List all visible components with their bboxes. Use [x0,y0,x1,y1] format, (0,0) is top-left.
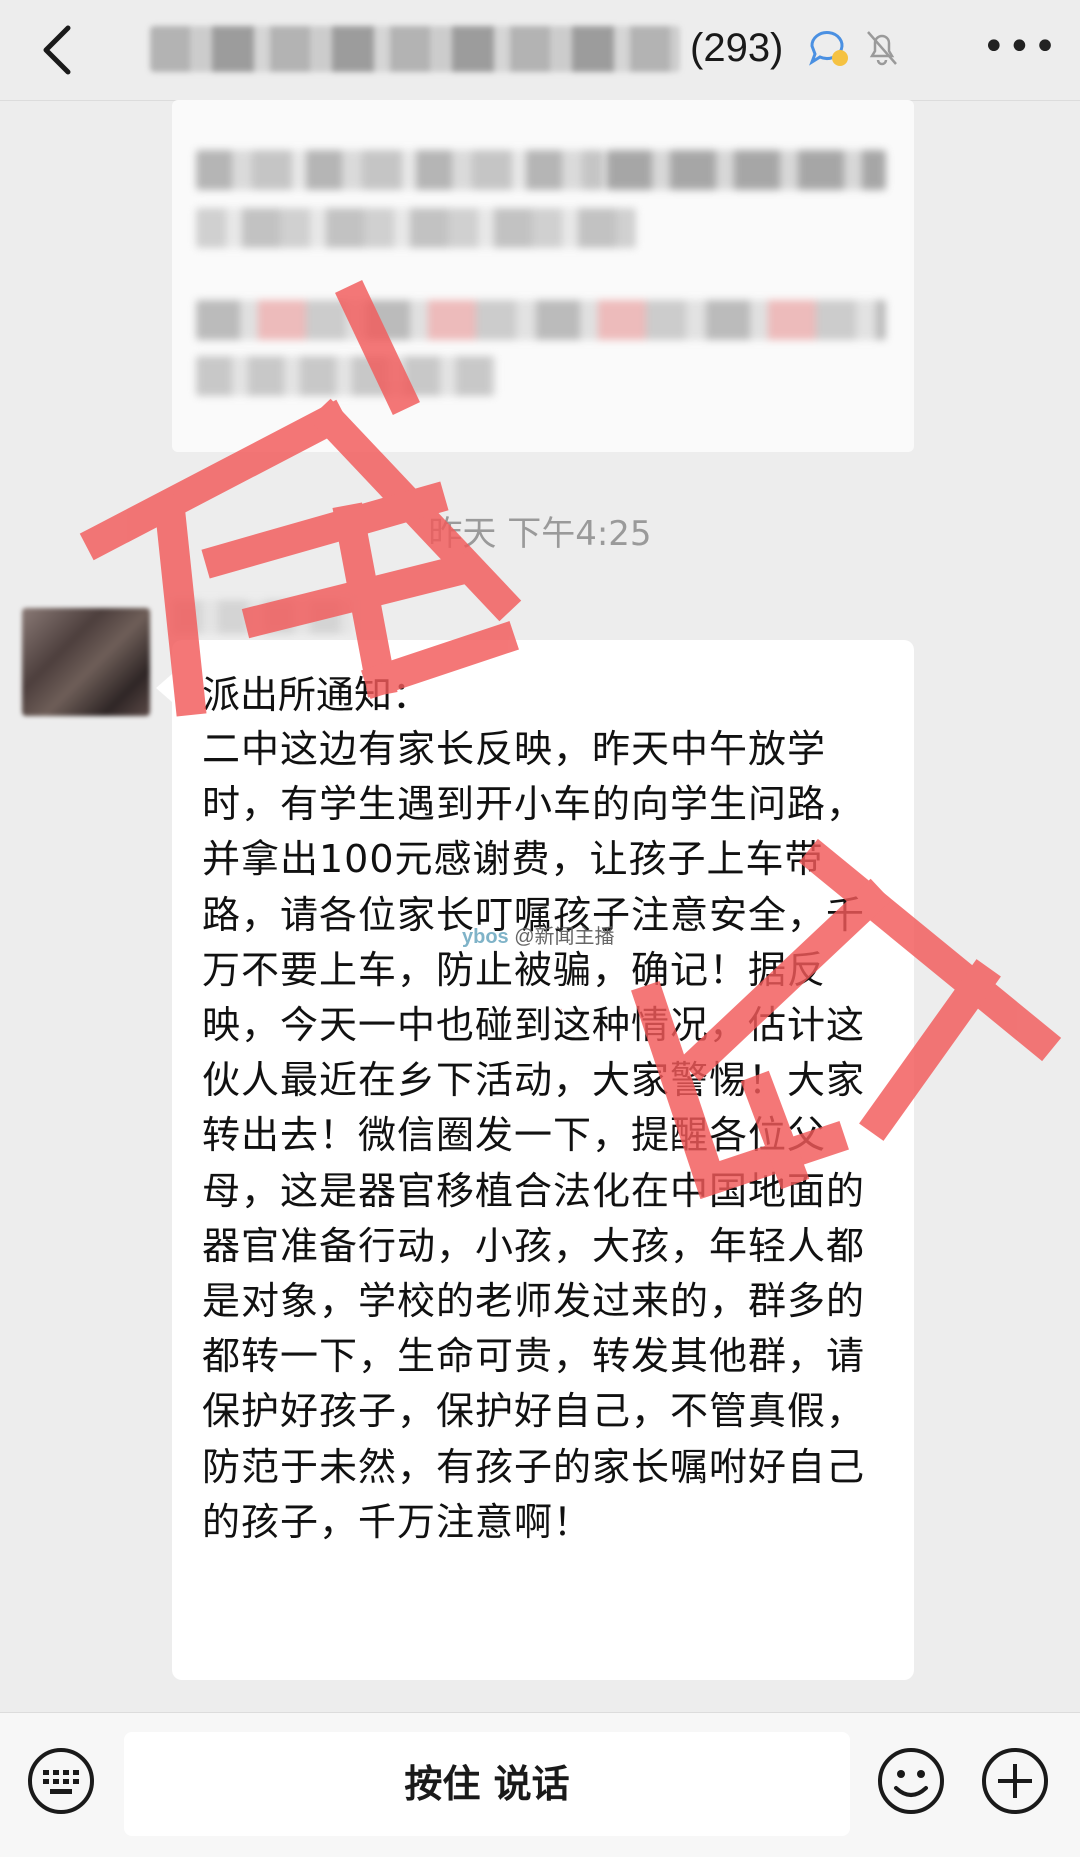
emoji-icon[interactable] [876,1746,946,1816]
plus-icon[interactable] [980,1746,1050,1816]
sender-name-blurred [172,600,352,634]
message-bubble[interactable]: 派出所通知： 二中这边有家长反映，昨天中午放学时，有学生遇到开小车的向学生问路，… [156,640,914,1680]
chat-title-blurred [150,26,680,72]
avatar[interactable] [22,608,150,716]
previous-message-blurred [172,100,914,452]
mute-bell-icon [867,31,897,66]
blurred-text [196,208,636,248]
back-arrow-icon[interactable] [38,22,78,78]
keyboard-icon[interactable] [26,1746,96,1816]
blurred-text [196,300,886,340]
watermark-handle: @新闻主播 [514,926,615,948]
hold-to-talk-button[interactable]: 按住 说话 [124,1732,850,1836]
group-chat-badge-icon [809,31,848,66]
watermark: ybos @新闻主播 [462,920,615,949]
blurred-text [606,150,886,190]
message-timestamp: 昨天 下午4:25 [428,514,652,554]
member-count: (293) [690,26,784,70]
more-dots-icon[interactable]: ••• [982,22,1059,72]
blurred-text [196,356,496,396]
message-body: 二中这边有家长反映，昨天中午放学时，有学生遇到开小车的向学生问路，并拿出100元… [202,727,866,1544]
message-title: 派出所通知： [202,673,431,717]
chat-header: (293) ••• [0,0,1080,101]
watermark-logo: ybos [462,926,509,948]
blurred-text [196,150,604,190]
